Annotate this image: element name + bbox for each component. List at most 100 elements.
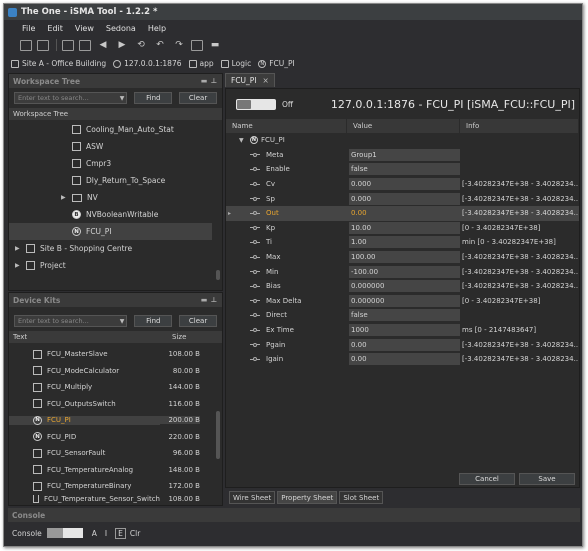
property-row[interactable]: Ti 1.00 min [0 - 3.40282347E+38] [226,235,579,250]
undo-icon[interactable]: ↶ [153,39,167,52]
breadcrumb-site[interactable]: Site A - Office Building [11,59,106,68]
kit-row[interactable]: FCU_TemperatureBinary 172.00 B [9,478,222,495]
col-size[interactable]: Size [172,333,212,341]
property-value[interactable]: 100.00 [349,251,460,264]
property-row[interactable]: Meta Group1 [226,148,579,163]
property-value[interactable]: 10.00 [349,221,460,234]
pin-icon[interactable]: ⊥ [210,77,218,85]
chevron-right-icon[interactable]: ▶ [15,245,23,252]
workspace-search-input[interactable]: Enter text to search... ▼ [14,92,128,104]
tree-item[interactable]: ASW [9,138,222,155]
device-kits-scrollbar[interactable] [216,411,220,459]
property-value[interactable]: 1.00 [349,236,460,249]
property-value[interactable]: 1000 [349,324,460,337]
tree-item[interactable]: ▶ Project [9,257,222,274]
property-value-cell[interactable]: 100.00 [347,250,460,265]
console-a-button[interactable]: A [92,529,97,538]
tree-item[interactable]: Dly_Return_To_Space [9,172,222,189]
grid-icon[interactable] [79,39,91,51]
workspace-clear-button[interactable]: Clear [179,92,217,104]
property-row[interactable]: Bias 0.000000 [-3.40282347E+38 - 3.4028234… [226,279,579,294]
property-value[interactable]: 0.00 [349,207,460,219]
save-button[interactable]: Save [519,473,575,485]
property-value[interactable]: 0.000000 [349,294,460,307]
property-row[interactable]: ▸ Out 0.00 [-3.40282347E+38 - 3.4028234... [226,205,579,221]
tree-item[interactable]: Cooling_Man_Auto_Stat [9,121,222,138]
property-value[interactable]: -100.00 [349,265,460,278]
kit-row[interactable]: FCU_SensorFault 96.00 B [9,445,222,462]
menu-help[interactable]: Help [148,24,166,33]
property-row[interactable]: Enable false [226,162,579,177]
cancel-button[interactable]: Cancel [459,473,515,485]
save-icon[interactable] [37,39,49,51]
property-row[interactable]: Igain 0.00 [-3.40282347E+38 - 3.4028234... [226,352,579,367]
tree-item[interactable]: Cmpr3 [9,155,222,172]
property-value-cell[interactable]: 0.00 [347,337,460,352]
property-row[interactable]: Sp 0.000 [-3.40282347E+38 - 3.4028234... [226,191,579,206]
col-text[interactable]: Text [9,333,172,341]
console-input[interactable] [46,528,83,538]
chevron-right-icon[interactable]: ▶ [15,262,23,269]
property-value-cell[interactable]: 0.000000 [347,294,460,309]
kit-row[interactable]: FCU_MasterSlave 108.00 B [9,346,222,363]
close-icon[interactable]: × [263,76,269,85]
tab-wire-sheet[interactable]: Wire Sheet [229,491,276,504]
pin-icon[interactable]: ⊥ [210,296,218,304]
dropdown-icon[interactable]: ▼ [120,318,125,325]
property-row[interactable]: Max 100.00 [-3.40282347E+38 - 3.4028234... [226,250,579,265]
tree-item[interactable]: B NVBooleanWritable [9,206,222,223]
property-row[interactable]: Cv 0.000 [-3.40282347E+38 - 3.4028234... [226,177,579,192]
property-value[interactable]: false [349,309,460,322]
console-clear-button[interactable]: Clr [130,529,140,538]
console-e-button[interactable]: E [115,527,126,539]
console-i-button[interactable]: I [105,529,107,538]
tab-fcu-pi[interactable]: FCU_PI × [225,73,275,87]
property-row[interactable]: Ex Time 1000 ms [0 - 2147483647] [226,323,579,338]
property-value[interactable]: false [349,163,460,176]
property-value-cell[interactable]: 10.00 [347,221,460,236]
tab-slot-sheet[interactable]: Slot Sheet [339,491,384,504]
minimize-icon[interactable]: ▬ [200,296,208,304]
property-value-cell[interactable]: 0.00 [347,352,460,367]
forward-arrow-icon[interactable]: ▶ [115,39,129,52]
property-value-cell[interactable]: false [347,162,460,177]
kit-row-selected[interactable]: N FCU_PI 200.00 B [9,412,222,429]
redo-icon[interactable]: ↷ [172,39,186,52]
menu-file[interactable]: File [22,24,35,33]
property-row[interactable]: Direct false [226,308,579,323]
back-arrow-icon[interactable]: ◀ [96,39,110,52]
property-value[interactable]: 0.000 [349,192,460,205]
menu-sedona[interactable]: Sedona [106,24,136,33]
property-root-row[interactable]: ▼ N FCU_PI [226,133,579,148]
breadcrumb-device[interactable]: 127.0.0.1:1876 [113,59,182,68]
chevron-down-icon[interactable]: ▼ [239,137,247,144]
device-kits-find-button[interactable]: Find [134,315,173,327]
tree-item[interactable]: ▶ NV [9,189,222,206]
breadcrumb-component[interactable]: N FCU_PI [258,59,295,68]
property-value[interactable]: 0.000000 [349,280,460,293]
property-value-cell[interactable]: Group1 [347,148,460,163]
kit-row[interactable]: FCU_ModeCalculator 80.00 B [9,363,222,380]
col-name[interactable]: Name [226,119,347,133]
property-value-cell[interactable]: 0.000 [347,177,460,192]
workspace-icon[interactable] [20,39,32,51]
tab-property-sheet[interactable]: Property Sheet [277,491,338,504]
property-value-cell[interactable]: 1000 [347,323,460,338]
property-row[interactable]: Pgain 0.00 [-3.40282347E+38 - 3.4028234... [226,337,579,352]
enable-toggle[interactable] [236,98,276,110]
breadcrumb-logic[interactable]: Logic [220,59,251,68]
property-value-cell[interactable]: 0.000000 [347,279,460,294]
property-value[interactable]: Group1 [349,148,460,161]
property-value[interactable]: 0.00 [349,353,460,366]
minus-icon[interactable]: ▬ [208,39,222,52]
dropdown-icon[interactable]: ▼ [120,95,125,102]
menu-view[interactable]: View [75,24,94,33]
property-value-cell[interactable]: false [347,308,460,323]
property-value-cell[interactable]: -100.00 [347,264,460,279]
picture-icon[interactable] [62,39,74,51]
property-value-cell[interactable]: 0.000 [347,191,460,206]
kit-row[interactable]: FCU_Multiply 144.00 B [9,379,222,396]
property-value[interactable]: 0.00 [349,338,460,351]
kit-row[interactable]: FCU_Temperature_Sensor_Switch 108.00 B [9,494,222,503]
property-value-cell[interactable]: 0.00 [347,206,460,221]
